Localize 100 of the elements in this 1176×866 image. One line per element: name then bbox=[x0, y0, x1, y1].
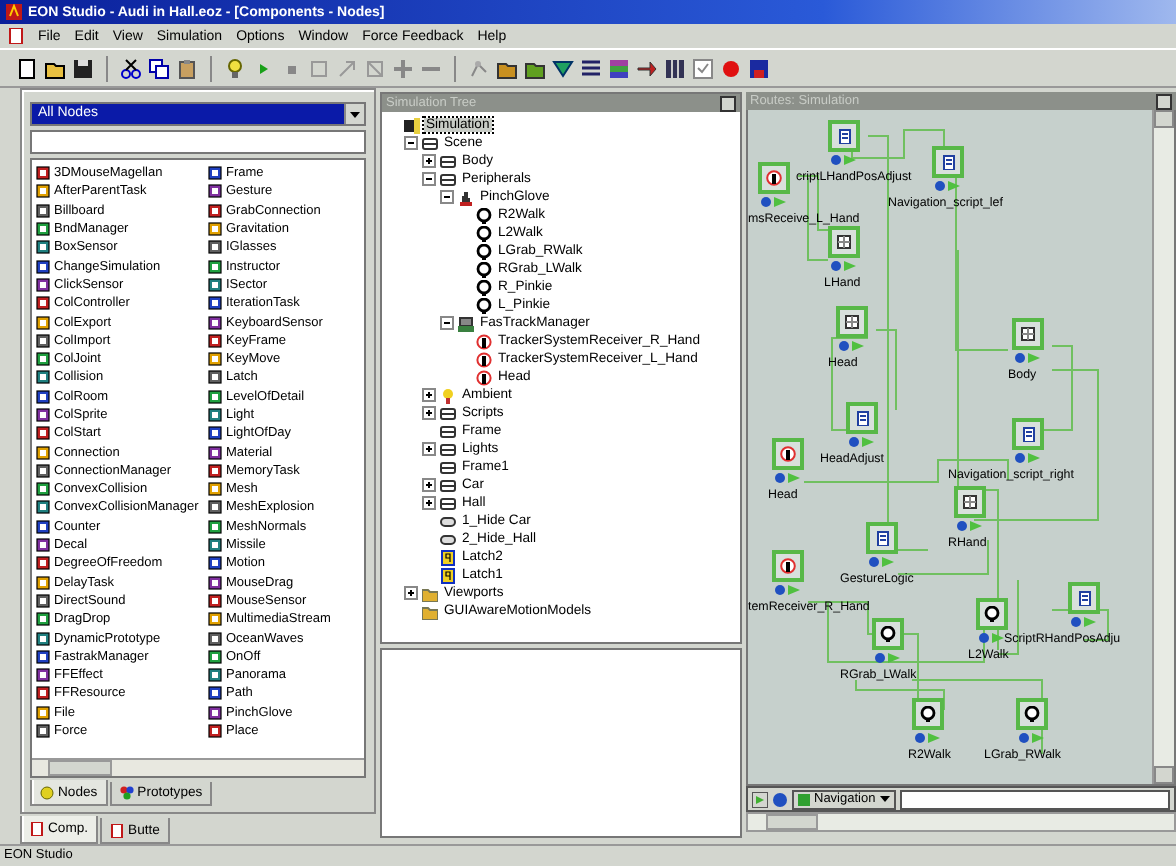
expand-toggle-icon[interactable] bbox=[422, 388, 436, 402]
grid-icon[interactable] bbox=[664, 57, 686, 79]
node-box[interactable] bbox=[772, 550, 804, 582]
node-box[interactable] bbox=[954, 486, 986, 518]
node-box[interactable] bbox=[836, 306, 868, 338]
stack-icon[interactable] bbox=[608, 57, 630, 79]
caret-icon[interactable] bbox=[350, 111, 360, 117]
horizontal-scrollbar[interactable] bbox=[746, 812, 1176, 832]
input-field[interactable] bbox=[899, 789, 1170, 809]
folder-icon[interactable] bbox=[524, 57, 546, 79]
document-icon bbox=[30, 822, 44, 836]
scroll-icon bbox=[1020, 426, 1036, 442]
glove-icon bbox=[458, 189, 474, 205]
vertical-scrollbar[interactable] bbox=[1152, 110, 1174, 784]
globe-icon[interactable] bbox=[772, 791, 788, 807]
port-icons[interactable] bbox=[956, 520, 984, 532]
port-icons[interactable] bbox=[760, 196, 788, 208]
port-icons[interactable] bbox=[774, 584, 802, 596]
port-icons[interactable] bbox=[874, 652, 902, 664]
port-icons[interactable] bbox=[830, 260, 858, 272]
port-icons[interactable] bbox=[934, 180, 962, 192]
node-box[interactable] bbox=[872, 618, 904, 650]
expand-toggle-icon[interactable] bbox=[422, 496, 436, 510]
receiver-icon bbox=[766, 170, 782, 186]
port-icons[interactable] bbox=[1070, 616, 1098, 628]
node-box[interactable] bbox=[772, 438, 804, 470]
expand-toggle-icon[interactable] bbox=[422, 406, 436, 420]
scroll-icon bbox=[874, 530, 890, 546]
expand-toggle-icon[interactable] bbox=[422, 442, 436, 456]
caret-icon[interactable] bbox=[879, 796, 890, 802]
page-icon[interactable] bbox=[16, 57, 38, 79]
bulb-icon bbox=[1024, 706, 1040, 722]
expand-toggle-icon[interactable] bbox=[422, 478, 436, 492]
node-box[interactable] bbox=[828, 120, 860, 152]
bulb-icon bbox=[40, 785, 54, 799]
node-tool-icon[interactable] bbox=[336, 57, 358, 79]
square-icon bbox=[798, 793, 810, 805]
expand-toggle-icon[interactable] bbox=[440, 316, 454, 330]
horizontal-scrollbar[interactable] bbox=[32, 758, 364, 776]
receiver-icon bbox=[780, 558, 796, 574]
color-dots-icon bbox=[119, 786, 134, 800]
close-icon[interactable] bbox=[720, 95, 736, 111]
port-icons[interactable] bbox=[868, 556, 896, 568]
port-icons[interactable] bbox=[1018, 732, 1046, 744]
scissors-icon[interactable] bbox=[120, 57, 142, 79]
node-box[interactable] bbox=[932, 146, 964, 178]
simulation-icon bbox=[404, 117, 420, 133]
play-icon[interactable] bbox=[752, 791, 768, 807]
port-icons[interactable] bbox=[1014, 452, 1042, 464]
search-field[interactable] bbox=[30, 130, 366, 154]
node-box[interactable] bbox=[976, 598, 1008, 630]
port-icons[interactable] bbox=[774, 472, 802, 484]
bulb-icon bbox=[984, 606, 1000, 622]
bulb-icon[interactable] bbox=[224, 57, 246, 79]
frame-node-icon bbox=[836, 234, 852, 250]
folder-icon[interactable] bbox=[496, 57, 518, 79]
port-icons[interactable] bbox=[848, 436, 876, 448]
document-icon bbox=[8, 28, 24, 44]
node-box[interactable] bbox=[828, 226, 860, 258]
clipboard-icon[interactable] bbox=[176, 57, 198, 79]
app-logo-icon bbox=[6, 4, 22, 20]
node-box[interactable] bbox=[758, 162, 790, 194]
frame-node-icon bbox=[962, 494, 978, 510]
receiver-icon bbox=[780, 446, 796, 462]
folder-icon[interactable] bbox=[44, 57, 66, 79]
port-icons[interactable] bbox=[838, 340, 866, 352]
expand-toggle-icon[interactable] bbox=[422, 172, 436, 186]
frame-node-icon bbox=[844, 314, 860, 330]
list-icon[interactable] bbox=[580, 57, 602, 79]
port-icons[interactable] bbox=[978, 632, 1006, 644]
scroll-icon bbox=[1076, 590, 1092, 606]
scroll-icon bbox=[854, 410, 870, 426]
record-icon[interactable] bbox=[720, 57, 742, 79]
tracker-icon bbox=[458, 315, 474, 331]
node-box[interactable] bbox=[1012, 318, 1044, 350]
node-box[interactable] bbox=[912, 698, 944, 730]
copy-icon[interactable] bbox=[148, 57, 170, 79]
bulb-icon bbox=[920, 706, 936, 722]
close-icon[interactable] bbox=[1156, 93, 1172, 109]
triangle-icon[interactable] bbox=[552, 57, 574, 79]
node-box[interactable] bbox=[1012, 418, 1044, 450]
node-tool-icon[interactable] bbox=[364, 57, 386, 79]
node-box[interactable] bbox=[846, 402, 878, 434]
expand-toggle-icon[interactable] bbox=[422, 154, 436, 168]
port-icons[interactable] bbox=[830, 154, 858, 166]
checkbox-icon[interactable] bbox=[692, 57, 714, 79]
expand-toggle-icon[interactable] bbox=[440, 190, 454, 204]
scroll-icon bbox=[836, 128, 852, 144]
scroll-icon bbox=[940, 154, 956, 170]
light-icon bbox=[440, 387, 456, 403]
port-icons[interactable] bbox=[1014, 352, 1042, 364]
expand-toggle-icon[interactable] bbox=[404, 586, 418, 600]
port-icons[interactable] bbox=[914, 732, 942, 744]
node-tool-icon[interactable] bbox=[308, 57, 330, 79]
node-box[interactable] bbox=[1068, 582, 1100, 614]
arrow-icon[interactable] bbox=[636, 57, 658, 79]
expand-toggle-icon[interactable] bbox=[404, 136, 418, 150]
node-box[interactable] bbox=[866, 522, 898, 554]
node-box[interactable] bbox=[1016, 698, 1048, 730]
frame-node-icon bbox=[1020, 326, 1036, 342]
